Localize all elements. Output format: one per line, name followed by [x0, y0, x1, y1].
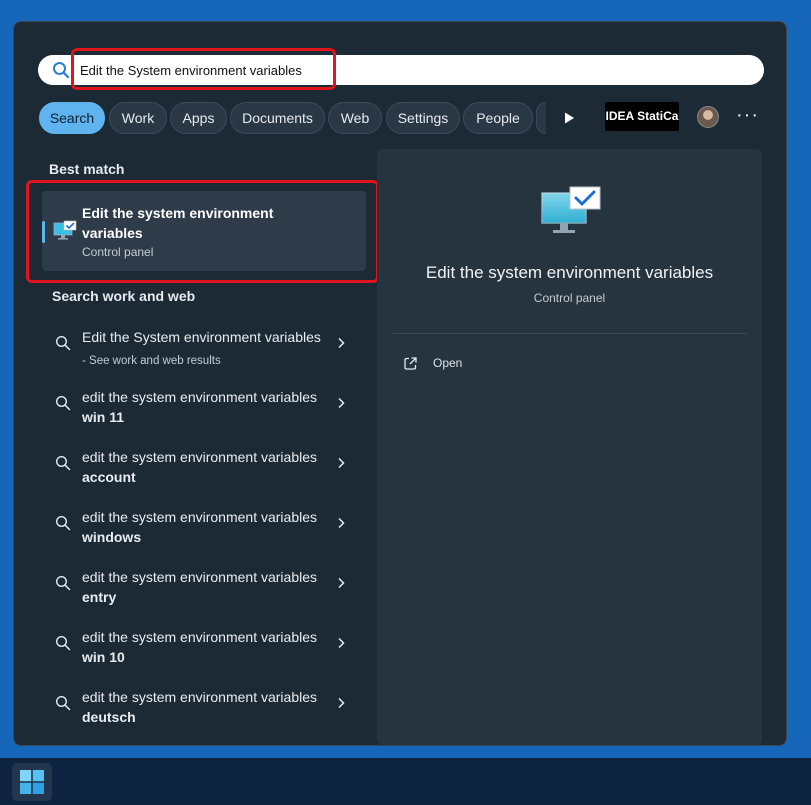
web-result-text: edit the system environment variables wi…	[82, 509, 317, 545]
chevron-right-icon[interactable]	[336, 637, 346, 649]
filter-tabs: Search Work Apps Documents Web Settings …	[39, 102, 779, 134]
best-match-result[interactable]: Edit the system environment variables Co…	[42, 191, 366, 271]
best-match-subtitle: Control panel	[82, 245, 154, 259]
play-icon[interactable]	[562, 111, 576, 125]
tab-overflow[interactable]	[536, 102, 546, 134]
search-icon	[55, 395, 71, 411]
search-icon	[55, 335, 71, 351]
tab-web[interactable]: Web	[328, 102, 382, 134]
work-web-heading: Search work and web	[52, 288, 196, 304]
best-match-title: Edit the system environment variables	[82, 205, 274, 241]
chevron-right-icon[interactable]	[336, 577, 346, 589]
start-search-panel: Search Work Apps Documents Web Settings …	[13, 21, 787, 746]
web-result-text: edit the system environment variables ac…	[82, 449, 317, 485]
web-result[interactable]: edit the system environment variables de…	[42, 679, 366, 735]
user-avatar-icon[interactable]	[697, 106, 719, 128]
windows-logo-icon	[20, 770, 44, 794]
search-bar[interactable]	[38, 55, 764, 85]
chevron-right-icon[interactable]	[336, 517, 346, 529]
tab-search[interactable]: Search	[39, 102, 105, 134]
search-icon	[55, 695, 71, 711]
preview-subtitle: Control panel	[533, 291, 606, 305]
web-result[interactable]: edit the system environment variables ac…	[42, 439, 366, 495]
web-result-text: edit the system environment variables en…	[82, 569, 317, 605]
web-result[interactable]: Edit the System environment variables - …	[42, 319, 366, 375]
web-result[interactable]: edit the system environment variables wi…	[42, 499, 366, 555]
monitor-check-icon	[541, 186, 601, 233]
monitor-check-icon	[53, 220, 77, 240]
org-badge[interactable]: IDEA StatiCa	[605, 102, 679, 131]
search-icon	[55, 575, 71, 591]
tab-work[interactable]: Work	[109, 102, 167, 134]
chevron-right-icon[interactable]	[336, 457, 346, 469]
chevron-right-icon[interactable]	[336, 697, 346, 709]
web-result[interactable]: edit the system environment variables wi…	[42, 379, 366, 435]
web-result-text: edit the system environment variables wi…	[82, 389, 317, 425]
chevron-right-icon[interactable]	[336, 397, 346, 409]
selection-indicator	[42, 221, 45, 243]
search-icon	[53, 62, 70, 79]
search-icon	[55, 515, 71, 531]
web-result[interactable]: edit the system environment variables wi…	[42, 619, 366, 675]
best-match-heading: Best match	[49, 161, 125, 177]
search-input[interactable]	[80, 59, 680, 81]
web-result-text: edit the system environment variables wi…	[82, 629, 317, 665]
open-action-label: Open	[433, 356, 463, 370]
tab-documents[interactable]: Documents	[230, 102, 325, 134]
tab-apps[interactable]: Apps	[170, 102, 227, 134]
open-external-icon	[404, 357, 417, 370]
preview-pane: Edit the system environment variables Co…	[377, 149, 762, 745]
start-button[interactable]	[12, 763, 52, 801]
preview-title: Edit the system environment variables	[425, 263, 714, 282]
web-result-text: Edit the System environment variables - …	[82, 329, 321, 367]
divider	[393, 333, 747, 334]
tab-people[interactable]: People	[463, 102, 533, 134]
web-result-text: edit the system environment variables de…	[82, 689, 317, 725]
more-options-icon[interactable]: ···	[736, 104, 759, 127]
taskbar	[0, 758, 811, 805]
search-icon	[55, 635, 71, 651]
tab-settings[interactable]: Settings	[386, 102, 460, 134]
web-result[interactable]: edit the system environment variables en…	[42, 559, 366, 615]
search-icon	[55, 455, 71, 471]
chevron-right-icon[interactable]	[336, 337, 346, 349]
